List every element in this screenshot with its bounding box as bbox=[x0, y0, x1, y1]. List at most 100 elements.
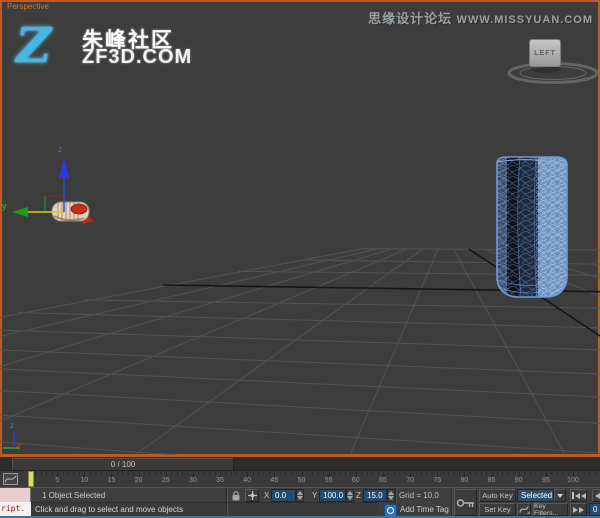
ruler-tick bbox=[399, 471, 401, 475]
next-frame-button[interactable] bbox=[570, 503, 587, 516]
ruler-tick bbox=[480, 471, 482, 475]
absolute-mode-cross-icon bbox=[247, 491, 257, 500]
ruler-tick bbox=[458, 471, 460, 475]
ruler-tick bbox=[475, 471, 477, 475]
ruler-label: 10 bbox=[80, 477, 89, 484]
ruler-tick bbox=[372, 471, 374, 475]
ruler-tick bbox=[448, 471, 450, 475]
ruler-label: 15 bbox=[107, 477, 116, 484]
ruler-tick bbox=[453, 471, 455, 475]
ruler-tick bbox=[469, 471, 471, 475]
ruler-tick bbox=[350, 471, 352, 475]
ruler-label: 80 bbox=[460, 477, 469, 484]
set-key-button[interactable]: Set Key bbox=[479, 503, 516, 516]
ruler-tick bbox=[323, 471, 325, 475]
ruler-tick bbox=[268, 471, 270, 475]
missyuan-watermark-cn: 思缘设计论坛 bbox=[368, 11, 453, 26]
viewcube-face-label: LEFT bbox=[534, 49, 556, 57]
ruler-tick bbox=[377, 471, 379, 475]
ruler-tick bbox=[95, 471, 97, 475]
go-to-start-icon bbox=[571, 492, 586, 499]
maxscript-mini-listener[interactable]: ript. bbox=[0, 502, 32, 516]
current-frame-marker[interactable] bbox=[28, 471, 34, 487]
ruler-tick bbox=[68, 471, 69, 475]
set-keys-button[interactable] bbox=[454, 489, 477, 516]
next-frame-icon bbox=[573, 506, 584, 513]
x-coord-label: X bbox=[264, 491, 270, 500]
ruler-label: 95 bbox=[541, 477, 550, 484]
current-frame-field[interactable]: 0 bbox=[589, 503, 600, 516]
ruler-tick bbox=[171, 471, 173, 475]
separator bbox=[451, 488, 453, 516]
ruler-tick bbox=[339, 471, 341, 475]
z-coord-field[interactable]: 15.0 bbox=[363, 489, 387, 502]
x-coord-spinner[interactable] bbox=[296, 489, 304, 502]
zf3d-logo-icon: Z bbox=[16, 18, 52, 74]
viewport-label[interactable]: Perspective bbox=[7, 2, 49, 11]
track-bar-ruler[interactable]: 5 10 15 20 25 30 35 40 45 50 55 60 65 70 75 80 85 90 95 100 bbox=[0, 470, 600, 487]
transform-typein-toggle[interactable] bbox=[245, 489, 259, 502]
ruler-tick bbox=[486, 471, 488, 475]
y-coord-field[interactable]: 100.0 bbox=[319, 489, 346, 502]
key-mode-dropdown[interactable]: Selected bbox=[517, 489, 554, 502]
ruler-label: 25 bbox=[161, 477, 170, 484]
ruler-tick bbox=[524, 471, 526, 475]
key-filters-button[interactable]: Key Filters... bbox=[533, 503, 568, 517]
ruler-tick bbox=[144, 471, 146, 475]
ruler-tick bbox=[404, 471, 406, 475]
ruler-label: 30 bbox=[188, 477, 197, 484]
ruler-label: 45 bbox=[270, 477, 279, 484]
ruler-tick bbox=[122, 471, 124, 475]
cylinder-mesh[interactable] bbox=[495, 155, 570, 300]
ruler-tick bbox=[100, 471, 102, 475]
ruler-tick bbox=[279, 471, 281, 475]
ruler-label: 20 bbox=[134, 477, 143, 484]
mini-curve-editor-button[interactable] bbox=[3, 473, 19, 485]
auto-key-button[interactable]: Auto Key bbox=[479, 489, 516, 502]
ruler-tick bbox=[578, 471, 580, 475]
ruler-tick bbox=[35, 471, 37, 475]
ruler-tick bbox=[361, 471, 363, 475]
add-time-tag-button[interactable]: Add Time Tag bbox=[400, 505, 449, 514]
missyuan-watermark-url: WWW.MISSYUAN.COM bbox=[456, 14, 593, 26]
ruler-tick bbox=[426, 471, 428, 475]
key-tangent-flyout-button[interactable] bbox=[517, 503, 531, 516]
ruler-tick bbox=[187, 471, 189, 475]
time-slider-handle[interactable]: 0 / 100 bbox=[12, 458, 234, 471]
ruler-label: 55 bbox=[324, 477, 333, 484]
ruler-tick bbox=[334, 471, 336, 475]
ruler-tick bbox=[594, 471, 596, 475]
ruler-label: 40 bbox=[243, 477, 252, 484]
y-coord-spinner[interactable] bbox=[346, 489, 354, 502]
z-coord-spinner[interactable] bbox=[387, 489, 395, 502]
ruler-tick bbox=[556, 471, 558, 475]
viewcube-left-face[interactable]: LEFT bbox=[529, 39, 561, 67]
ruler-tick bbox=[133, 471, 135, 475]
ruler-label: 50 bbox=[297, 477, 306, 484]
ruler-tick bbox=[51, 471, 53, 475]
go-to-start-button[interactable] bbox=[570, 489, 587, 502]
ruler-label: 90 bbox=[514, 477, 523, 484]
play-reverse-icon bbox=[594, 492, 600, 499]
ruler-tick bbox=[116, 471, 118, 475]
ruler-tick bbox=[252, 471, 254, 475]
gizmo-z-label: z bbox=[58, 144, 63, 154]
play-reverse-button-clipped[interactable] bbox=[592, 489, 600, 502]
grid-size-readout: Grid = 10.0 bbox=[399, 491, 439, 500]
ruler-tick bbox=[296, 471, 298, 475]
ruler-tick bbox=[312, 471, 314, 475]
zf3d-logo-url: ZF3D.COM bbox=[82, 46, 193, 68]
ruler-tick bbox=[551, 471, 553, 475]
ruler-tick bbox=[583, 471, 585, 475]
maxscript-macro-recorder[interactable] bbox=[0, 488, 31, 503]
key-mode-dropdown-arrow[interactable] bbox=[554, 489, 566, 502]
selection-lock-toggle[interactable] bbox=[230, 490, 242, 502]
ruler-tick bbox=[540, 471, 542, 475]
selection-status: 1 Object Selected bbox=[42, 491, 106, 500]
ruler-tick bbox=[73, 471, 75, 475]
ruler-tick bbox=[562, 471, 564, 475]
ruler-tick bbox=[225, 471, 227, 475]
x-coord-field[interactable]: 0.0 bbox=[271, 489, 296, 502]
ruler-tick bbox=[214, 471, 216, 475]
ruler-tick bbox=[46, 471, 48, 475]
